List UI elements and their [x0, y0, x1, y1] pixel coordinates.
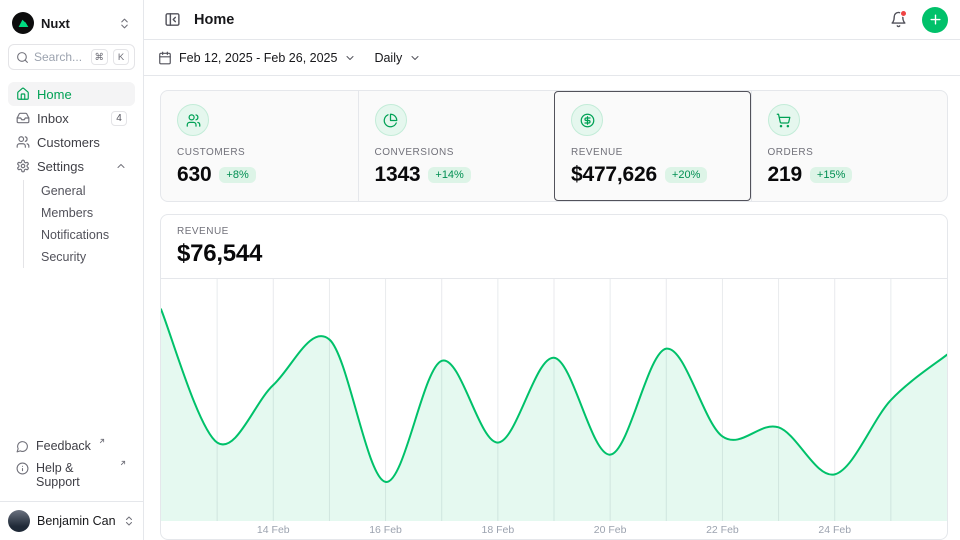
- stat-value: $477,626: [571, 163, 657, 187]
- delta-badge: +15%: [810, 167, 852, 183]
- chart-total-value: $76,544: [177, 240, 931, 268]
- stats-grid: Customers 630 +8% Conversions 1343 +14%: [160, 90, 948, 202]
- x-tick-label: 20 Feb: [594, 524, 627, 536]
- chevron-up-icon: [115, 160, 127, 172]
- stat-card-revenue[interactable]: Revenue $477,626 +20%: [554, 91, 751, 201]
- feedback-link[interactable]: Feedback: [8, 435, 135, 457]
- collapse-sidebar-button[interactable]: [158, 6, 186, 34]
- user-menu[interactable]: Benjamin Canac: [0, 501, 143, 540]
- notification-dot: [900, 10, 907, 17]
- sidebar-item-home[interactable]: Home: [8, 82, 135, 106]
- external-link-icon: [119, 459, 127, 467]
- users-icon: [16, 135, 30, 149]
- sidebar-item-inbox[interactable]: Inbox 4: [8, 106, 135, 130]
- stat-card-conversions[interactable]: Conversions 1343 +14%: [358, 91, 555, 201]
- chevron-down-icon: [409, 52, 421, 64]
- add-button[interactable]: [922, 7, 948, 33]
- stat-value: 1343: [375, 163, 421, 187]
- page-header: Home: [144, 0, 960, 40]
- nuxt-logo-icon: [12, 12, 34, 34]
- user-name: Benjamin Canac: [37, 514, 116, 528]
- chevrons-up-down-icon: [118, 17, 131, 30]
- kbd-k: K: [113, 49, 129, 65]
- sidebar-footer: Feedback Help & Support: [8, 435, 135, 493]
- gear-icon: [16, 159, 30, 173]
- panel-left-close-icon: [164, 11, 181, 28]
- kbd-cmd: ⌘: [91, 49, 109, 65]
- stat-card-orders[interactable]: Orders 219 +15%: [751, 91, 948, 201]
- page-title: Home: [194, 12, 876, 28]
- revenue-chart-header: Revenue $76,544: [161, 215, 947, 279]
- avatar: [8, 510, 30, 532]
- message-circle-icon: [16, 440, 29, 453]
- chevrons-up-down-icon: [123, 515, 135, 527]
- external-link-icon: [98, 437, 106, 445]
- info-icon: [16, 462, 29, 475]
- search-input[interactable]: [34, 50, 86, 64]
- dashboard-app: Nuxt ⌘ K Home: [0, 0, 960, 540]
- x-tick-label: 16 Feb: [369, 524, 402, 536]
- calendar-icon: [158, 51, 172, 65]
- chart-pie-icon: [375, 104, 407, 136]
- revenue-chart-plot[interactable]: [161, 279, 947, 521]
- revenue-chart-card: Revenue $76,544 14 Feb 16 Feb 18 Feb 20 Feb…: [160, 214, 948, 540]
- sidebar: Nuxt ⌘ K Home: [0, 0, 144, 540]
- revenue-chart-x-axis: 14 Feb 16 Feb 18 Feb 20 Feb 22 Feb 24 Feb: [161, 521, 947, 539]
- stat-card-customers[interactable]: Customers 630 +8%: [161, 91, 358, 201]
- stat-value: 219: [768, 163, 802, 187]
- chart-title: Revenue: [177, 226, 931, 237]
- search-icon: [16, 51, 29, 64]
- sidebar-item-general[interactable]: General: [24, 180, 135, 202]
- delta-badge: +14%: [428, 167, 470, 183]
- main-area: Home Feb 12, 2025 - Feb 26, 2025: [144, 0, 960, 540]
- page-content: Customers 630 +8% Conversions 1343 +14%: [144, 76, 960, 540]
- sidebar-item-members[interactable]: Members: [24, 202, 135, 224]
- search-box[interactable]: ⌘ K: [8, 44, 135, 70]
- sidebar-item-customers[interactable]: Customers: [8, 130, 135, 154]
- x-tick-label: 18 Feb: [481, 524, 514, 536]
- settings-sub-list: General Members Notifications Security: [23, 180, 135, 268]
- x-tick-label: 14 Feb: [257, 524, 290, 536]
- inbox-count-badge: 4: [111, 111, 127, 126]
- cart-icon: [768, 104, 800, 136]
- sidebar-item-settings[interactable]: Settings: [8, 154, 135, 178]
- sidebar-item-notifications[interactable]: Notifications: [24, 224, 135, 246]
- dollar-circle-icon: [571, 104, 603, 136]
- help-support-link[interactable]: Help & Support: [8, 457, 135, 493]
- plus-icon: [928, 12, 943, 27]
- workspace-name: Nuxt: [41, 16, 111, 31]
- sidebar-nav: Home Inbox 4 Customers: [8, 82, 135, 270]
- inbox-icon: [16, 111, 30, 125]
- granularity-select[interactable]: Daily: [374, 51, 421, 65]
- home-icon: [16, 87, 30, 101]
- stat-value: 630: [177, 163, 211, 187]
- delta-badge: +20%: [665, 167, 707, 183]
- users-icon: [177, 104, 209, 136]
- x-tick-label: 24 Feb: [818, 524, 851, 536]
- sidebar-item-security[interactable]: Security: [24, 246, 135, 268]
- chevron-down-icon: [344, 52, 356, 64]
- x-tick-label: 22 Feb: [706, 524, 739, 536]
- filters-toolbar: Feb 12, 2025 - Feb 26, 2025 Daily: [144, 40, 960, 76]
- workspace-selector[interactable]: Nuxt: [8, 8, 135, 38]
- date-range-picker[interactable]: Feb 12, 2025 - Feb 26, 2025: [158, 51, 356, 65]
- notifications-button[interactable]: [884, 6, 912, 34]
- delta-badge: +8%: [219, 167, 255, 183]
